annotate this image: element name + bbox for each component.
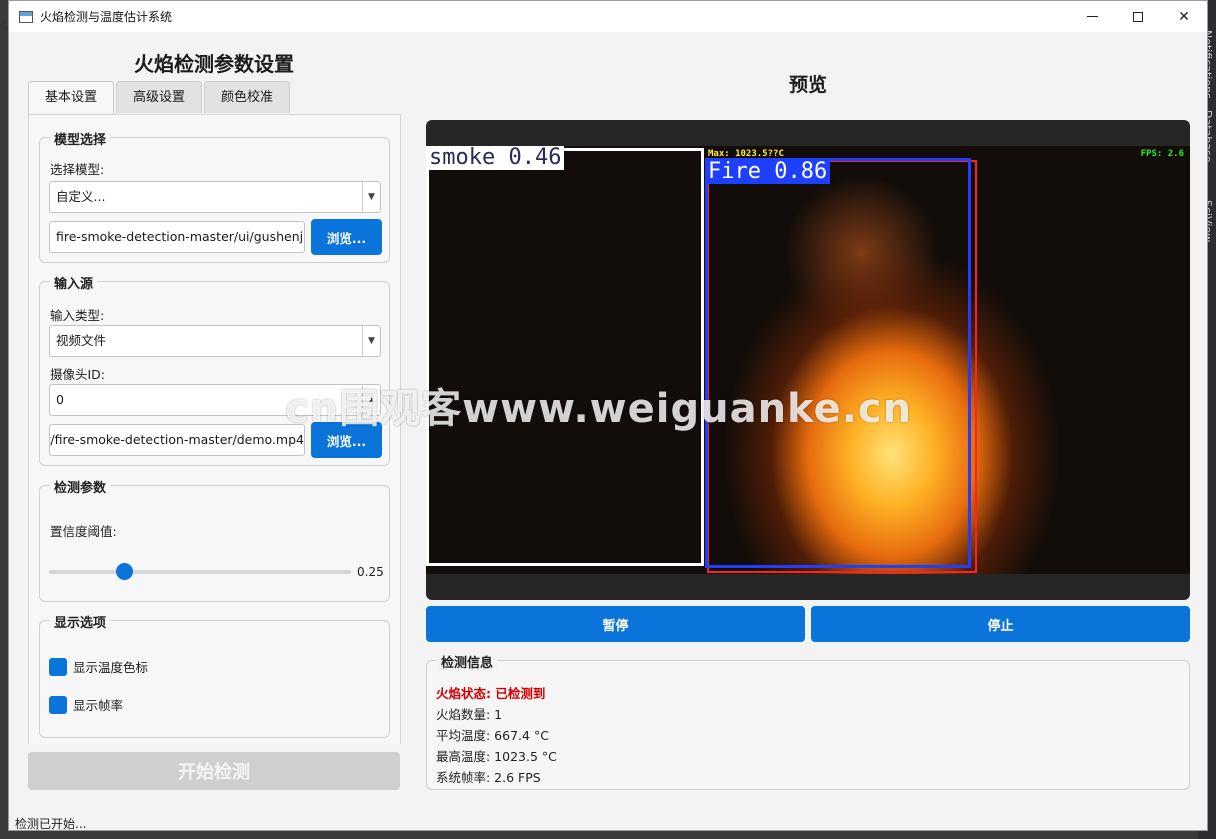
preview-title: 预览 — [788, 74, 827, 96]
fire-status-line: 火焰状态: 已检测到 — [436, 686, 546, 701]
model-group-title: 模型选择 — [50, 129, 111, 148]
input-type-label: 输入类型: — [50, 308, 105, 323]
smoke-detection-label: smoke 0.46 — [426, 146, 565, 170]
max-temp-line: 最高温度: 1023.5 °C — [436, 749, 557, 764]
video-browse-button[interactable]: 浏览... — [311, 422, 382, 458]
show-fps-label: 显示帧率 — [73, 698, 124, 713]
show-temp-colorbar-checkbox[interactable]: 显示温度色标 — [49, 657, 148, 676]
confidence-value: 0.25 — [357, 565, 384, 579]
checkbox-checked-icon — [49, 695, 67, 714]
smoke-detection-box — [426, 148, 704, 566]
window-title: 火焰检测与温度估计系统 — [40, 10, 173, 24]
display-options-group: 显示选项 显示温度色标 显示帧率 — [39, 612, 390, 738]
tab-color-calibration[interactable]: 颜色校准 — [204, 81, 291, 113]
stop-button[interactable]: 停止 — [811, 606, 1190, 642]
maximize-button[interactable] — [1115, 1, 1161, 32]
detection-info-group: 检测信息 火焰状态: 已检测到 火焰数量: 1 平均温度: 667.4 °C 最… — [426, 652, 1190, 790]
spin-arrows-icon: ▴ — [362, 385, 380, 415]
app-window-icon — [19, 10, 33, 23]
model-select-label: 选择模型: — [50, 162, 105, 177]
tab-advanced-settings[interactable]: 高级设置 — [116, 81, 203, 113]
settings-tabs: 基本设置 高级设置 颜色校准 — [28, 81, 291, 114]
main-content: 火焰检测参数设置 基本设置 高级设置 颜色校准 模型选择 选择模型: 自定义..… — [9, 32, 1207, 831]
model-browse-button[interactable]: 浏览... — [311, 219, 382, 255]
window-controls: ✕ — [1069, 1, 1207, 32]
close-icon: ✕ — [1178, 8, 1190, 25]
pause-button[interactable]: 暂停 — [426, 606, 805, 642]
camera-id-spinbox[interactable]: 0 ▴ — [49, 384, 381, 416]
minimize-icon — [1086, 16, 1098, 17]
avg-temp-line: 平均温度: 667.4 °C — [436, 728, 549, 743]
display-group-title: 显示选项 — [50, 612, 111, 631]
fps-overlay: FPS: 2.6 — [1140, 149, 1184, 159]
settings-panel-title: 火焰检测参数设置 — [134, 52, 294, 76]
confidence-label: 置信度阈值: — [50, 524, 117, 539]
show-temp-colorbar-label: 显示温度色标 — [73, 660, 149, 675]
title-bar: 火焰检测与温度估计系统 ✕ — [9, 1, 1207, 32]
info-group-title: 检测信息 — [437, 652, 498, 671]
max-temp-overlay: Max: 1023.5??C — [708, 149, 784, 159]
maximize-icon — [1133, 11, 1143, 22]
tab-basic-settings[interactable]: 基本设置 — [28, 81, 115, 114]
checkbox-checked-icon — [49, 657, 67, 676]
input-type-combo[interactable]: 视频文件 ▼ — [49, 325, 381, 357]
fire-count-line: 火焰数量: 1 — [436, 707, 503, 722]
chevron-down-icon: ▼ — [362, 326, 380, 356]
video-path-input[interactable]: ster/fire-smoke-detection-master/demo.mp… — [49, 424, 305, 456]
fps-line: 系统帧率: 2.6 FPS — [436, 770, 541, 785]
minimize-button[interactable] — [1069, 1, 1115, 32]
confidence-slider-track[interactable] — [49, 570, 351, 574]
fire-detection-label: Fire 0.86 — [705, 160, 831, 184]
model-select-group: 模型选择 选择模型: 自定义... ▼ fire-smoke-detection… — [39, 129, 390, 263]
preview-frame: smoke 0.46 Fire 0.86 Max: 1023.5??C FPS:… — [426, 120, 1190, 600]
app-window: 火焰检测与温度估计系统 ✕ 火焰检测参数设置 基本设置 高级设置 颜色校准 模型… — [8, 0, 1208, 831]
fire-detection-box — [705, 158, 971, 568]
video-frame: smoke 0.46 Fire 0.86 Max: 1023.5??C FPS:… — [426, 146, 1190, 574]
start-detection-button[interactable]: 开始检测 — [28, 752, 400, 790]
basic-settings-panel: 模型选择 选择模型: 自定义... ▼ fire-smoke-detection… — [28, 114, 401, 744]
chevron-down-icon: ▼ — [362, 182, 380, 212]
camera-id-label: 摄像头ID: — [50, 367, 106, 382]
detect-group-title: 检测参数 — [50, 477, 111, 496]
detection-params-group: 检测参数 置信度阈值: 0.25 — [39, 477, 390, 602]
model-select-combo[interactable]: 自定义... ▼ — [49, 181, 381, 213]
input-group-title: 输入源 — [50, 273, 98, 292]
confidence-slider-handle[interactable] — [116, 563, 133, 580]
model-select-value: 自定义... — [56, 189, 106, 204]
status-bar-text: 检测已开始... — [15, 817, 87, 831]
input-source-group: 输入源 输入类型: 视频文件 ▼ 摄像头ID: 0 ▴ ster/fire-sm… — [39, 273, 390, 466]
show-fps-checkbox[interactable]: 显示帧率 — [49, 695, 123, 714]
input-type-value: 视频文件 — [56, 333, 107, 348]
model-path-input[interactable]: fire-smoke-detection-master/ui/gushenjie… — [49, 221, 305, 253]
camera-id-value: 0 — [56, 392, 64, 407]
close-button[interactable]: ✕ — [1161, 1, 1207, 32]
